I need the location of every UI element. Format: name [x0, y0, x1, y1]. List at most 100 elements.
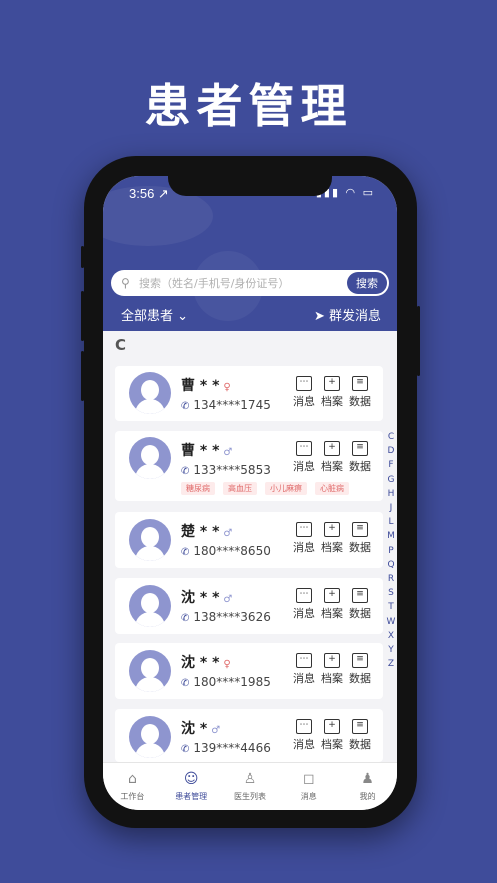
patient-icon: ☺: [183, 771, 199, 787]
alpha-index-letter[interactable]: Y: [386, 643, 396, 657]
alpha-index-letter[interactable]: X: [386, 629, 396, 643]
avatar: [129, 519, 171, 561]
user-icon: ♟: [361, 771, 374, 787]
avatar: [129, 716, 171, 758]
message-icon: ⋯: [296, 719, 312, 734]
message-icon: ⋯: [296, 376, 312, 391]
data-icon: ≡: [352, 588, 368, 603]
patient-phone: 180****1985: [193, 675, 271, 689]
chat-icon: ◻: [302, 771, 315, 787]
search-bar[interactable]: ⚲ 搜索（姓名/手机号/身份证号） 搜索: [111, 270, 389, 296]
patient-filter-dropdown[interactable]: 全部患者 ⌄: [121, 305, 188, 324]
alphabet-index[interactable]: C D F G H J L M P Q R S T W X Y Z: [386, 430, 396, 671]
file-button[interactable]: + 档案: [319, 653, 345, 686]
phone-icon: ✆: [181, 613, 190, 624]
data-icon: ≡: [352, 441, 368, 456]
alpha-index-letter[interactable]: M: [386, 529, 396, 543]
tab-messages[interactable]: ◻ 消息: [279, 763, 338, 810]
message-icon: ⋯: [296, 522, 312, 537]
header: 3:56 ↗ ▮▮▮ ◠ ▭ ⚲ 搜索（姓名/手机号/身份证号） 搜索 全部患者…: [103, 176, 397, 331]
send-icon: ➤: [313, 309, 329, 324]
message-button[interactable]: ⋯ 消息: [291, 588, 317, 621]
disease-tag: 小儿麻痹: [265, 482, 307, 495]
search-icon: ⚲: [121, 276, 130, 290]
tab-workbench[interactable]: ⌂ 工作台: [103, 763, 162, 810]
patient-card[interactable]: 沈 * ♂ ✆ 139****4466 ⋯ 消息 + 档案 ≡ 数据: [115, 709, 383, 762]
alpha-index-letter[interactable]: G: [386, 473, 396, 487]
alpha-index-letter[interactable]: R: [386, 572, 396, 586]
alpha-index-letter[interactable]: Z: [386, 657, 396, 671]
alpha-index-letter[interactable]: Q: [386, 558, 396, 572]
message-button[interactable]: ⋯ 消息: [291, 441, 317, 474]
phone-notch: [168, 174, 332, 196]
patient-name: 曹 * *: [181, 443, 220, 459]
file-button[interactable]: + 档案: [319, 719, 345, 752]
search-button[interactable]: 搜索: [347, 272, 387, 294]
tab-mine[interactable]: ♟ 我的: [338, 763, 397, 810]
data-button[interactable]: ≡ 数据: [347, 588, 373, 621]
alpha-index-letter[interactable]: D: [386, 444, 396, 458]
phone-icon: ✆: [181, 466, 190, 477]
patient-card[interactable]: 曹 * * ♂ ✆ 133****5853 糖尿病 高血压 小儿麻痹 心脏病 ⋯ 消息…: [115, 431, 383, 501]
tab-patient-management[interactable]: ☺ 患者管理: [162, 763, 221, 810]
patient-phone: 133****5853: [193, 463, 271, 477]
disease-tag: 心脏病: [315, 482, 349, 495]
patient-card[interactable]: 沈 * * ♀ ✆ 180****1985 ⋯ 消息 + 档案 ≡ 数据: [115, 643, 383, 699]
alpha-index-letter[interactable]: C: [386, 430, 396, 444]
section-letter: C: [115, 336, 127, 354]
alpha-index-letter[interactable]: F: [386, 458, 396, 472]
gender-icon: ♂: [223, 447, 233, 458]
data-icon: ≡: [352, 376, 368, 391]
patient-card[interactable]: 沈 * * ♂ ✆ 138****3626 ⋯ 消息 + 档案 ≡ 数据: [115, 578, 383, 634]
data-icon: ≡: [352, 522, 368, 537]
patient-name: 沈 *: [181, 721, 208, 737]
data-button[interactable]: ≡ 数据: [347, 441, 373, 474]
alpha-index-letter[interactable]: W: [386, 615, 396, 629]
alpha-index-letter[interactable]: P: [386, 544, 396, 558]
alpha-index-letter[interactable]: J: [386, 501, 396, 515]
file-button[interactable]: + 档案: [319, 376, 345, 409]
alpha-index-letter[interactable]: T: [386, 600, 396, 614]
phone-icon: ✆: [181, 401, 190, 412]
disease-tag: 高血压: [223, 482, 257, 495]
patient-card[interactable]: 曹 * * ♀ ✆ 134****1745 ⋯ 消息 + 档案 ≡ 数据: [115, 366, 383, 421]
disease-tag: 糖尿病: [181, 482, 215, 495]
message-button[interactable]: ⋯ 消息: [291, 653, 317, 686]
data-button[interactable]: ≡ 数据: [347, 719, 373, 752]
phone-icon: ✆: [181, 547, 190, 558]
app-screen: 3:56 ↗ ▮▮▮ ◠ ▭ ⚲ 搜索（姓名/手机号/身份证号） 搜索 全部患者…: [103, 176, 397, 810]
alpha-index-letter[interactable]: S: [386, 586, 396, 600]
alpha-index-letter[interactable]: H: [386, 487, 396, 501]
patient-name: 曹 * *: [181, 378, 220, 394]
message-icon: ⋯: [296, 653, 312, 668]
file-icon: +: [324, 522, 340, 537]
search-input[interactable]: 搜索（姓名/手机号/身份证号）: [139, 275, 347, 291]
file-button[interactable]: + 档案: [319, 522, 345, 555]
message-button[interactable]: ⋯ 消息: [291, 719, 317, 752]
data-icon: ≡: [352, 719, 368, 734]
alpha-index-letter[interactable]: L: [386, 515, 396, 529]
data-button[interactable]: ≡ 数据: [347, 653, 373, 686]
tab-doctor-list[interactable]: ♙ 医生列表: [221, 763, 280, 810]
broadcast-message-button[interactable]: ➤ 群发消息: [314, 305, 381, 324]
avatar: [129, 650, 171, 692]
file-icon: +: [324, 588, 340, 603]
message-icon: ⋯: [296, 588, 312, 603]
patient-phone: 134****1745: [193, 398, 271, 412]
patient-phone: 180****8650: [193, 544, 271, 558]
data-button[interactable]: ≡ 数据: [347, 522, 373, 555]
message-button[interactable]: ⋯ 消息: [291, 522, 317, 555]
patient-name: 沈 * *: [181, 590, 220, 606]
file-button[interactable]: + 档案: [319, 588, 345, 621]
message-button[interactable]: ⋯ 消息: [291, 376, 317, 409]
home-icon: ⌂: [127, 771, 137, 787]
file-icon: +: [324, 653, 340, 668]
patient-card[interactable]: 楚 * * ♂ ✆ 180****8650 ⋯ 消息 + 档案 ≡ 数据: [115, 512, 383, 568]
gender-icon: ♀: [223, 659, 231, 670]
file-icon: +: [324, 441, 340, 456]
patient-name: 楚 * *: [181, 524, 220, 540]
data-button[interactable]: ≡ 数据: [347, 376, 373, 409]
file-button[interactable]: + 档案: [319, 441, 345, 474]
gender-icon: ♂: [223, 594, 233, 605]
gender-icon: ♂: [223, 528, 233, 539]
